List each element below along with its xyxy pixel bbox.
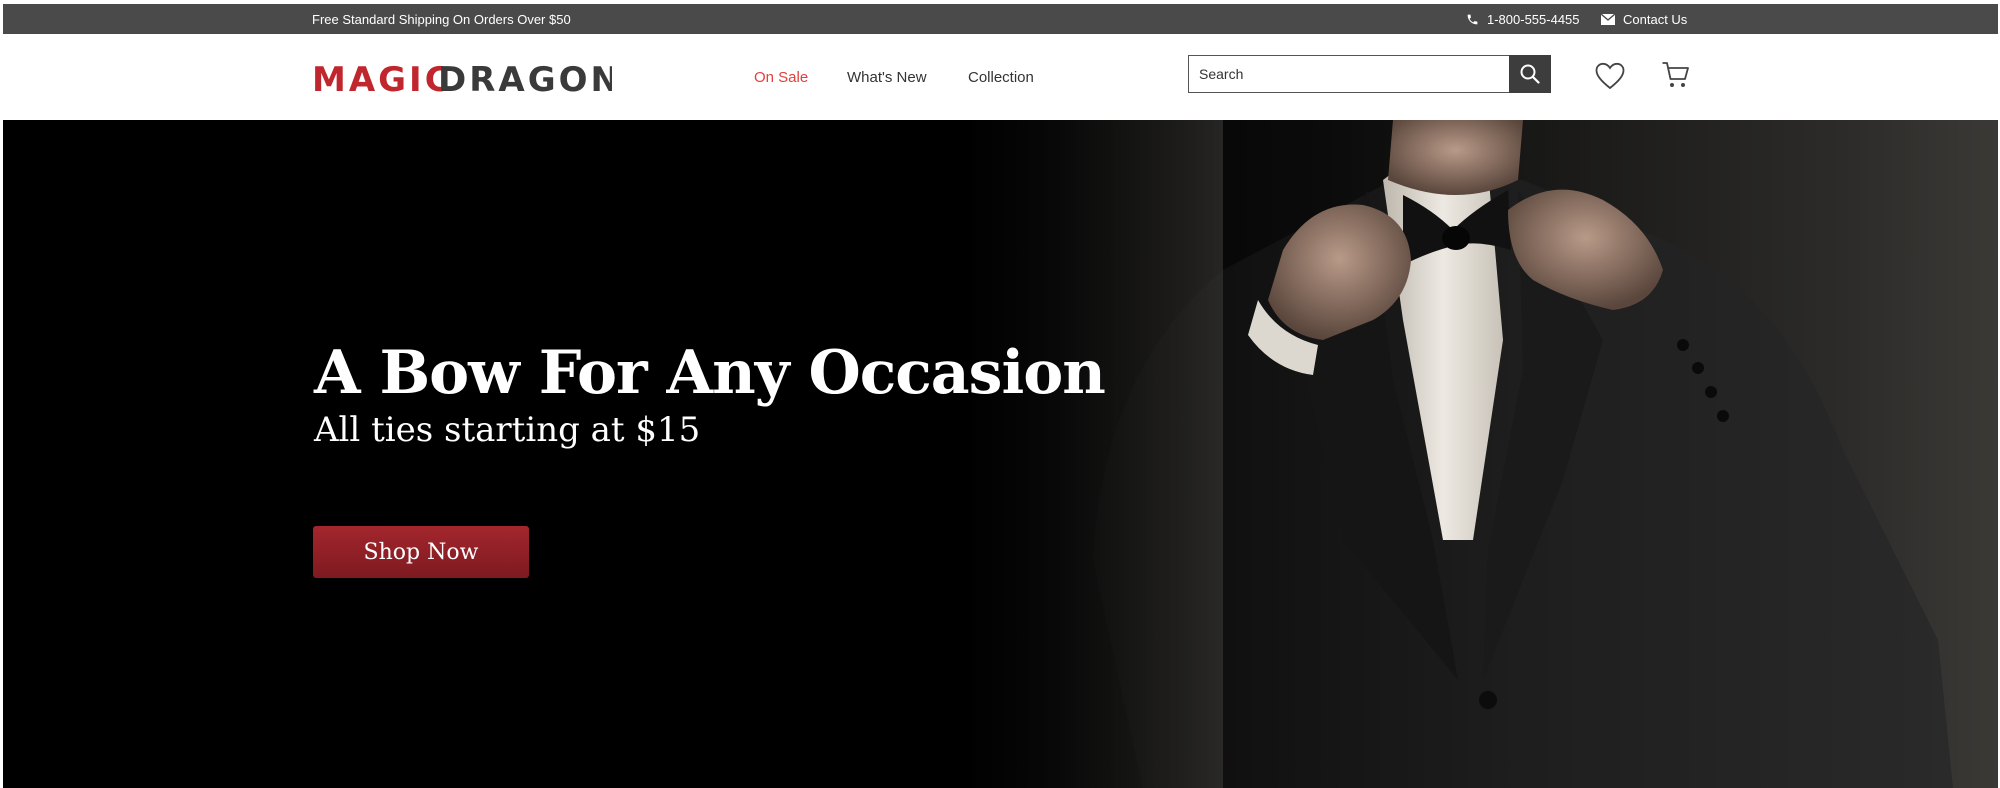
contact-us-label: Contact Us [1623,12,1688,27]
logo-wordmark: MAGIC DRAGON [312,60,619,100]
main-header: MAGIC DRAGON On Sale What's New Collecti… [3,34,1998,121]
brand-logo[interactable]: MAGIC DRAGON [312,54,619,100]
shop-now-button[interactable]: Shop Now [313,526,529,578]
logo-part-dragon: DRAGON [438,60,612,98]
search-box [1188,55,1551,93]
hero-subtitle: All ties starting at $15 [314,410,701,450]
phone-number: 1-800-555-4455 [1487,12,1580,27]
cart-button[interactable] [1661,60,1691,90]
page: Free Standard Shipping On Orders Over $5… [0,0,2000,788]
logo-part-magic: MAGIC [312,60,453,98]
utility-bar: Free Standard Shipping On Orders Over $5… [3,4,1998,34]
nav-on-sale[interactable]: On Sale [754,69,808,86]
hero-image-man-adjusting-bow-tie [963,120,1998,788]
mail-icon [1601,14,1615,25]
nav-whats-new[interactable]: What's New [847,69,927,86]
heart-icon [1595,62,1625,90]
shipping-promo-text: Free Standard Shipping On Orders Over $5… [312,12,571,27]
nav-collection[interactable]: Collection [968,69,1034,86]
hero-banner: A Bow For Any Occasion All ties starting… [3,120,1998,788]
wishlist-button[interactable] [1595,62,1625,90]
cart-icon [1662,62,1689,87]
phone-icon [1467,14,1478,25]
search-icon [1520,64,1540,84]
phone-link[interactable]: 1-800-555-4455 [1466,12,1580,27]
search-button[interactable] [1509,55,1551,93]
hero-title: A Bow For Any Occasion [314,338,1106,408]
search-input[interactable] [1189,56,1509,92]
contact-us-link[interactable]: Contact Us [1601,12,1687,27]
